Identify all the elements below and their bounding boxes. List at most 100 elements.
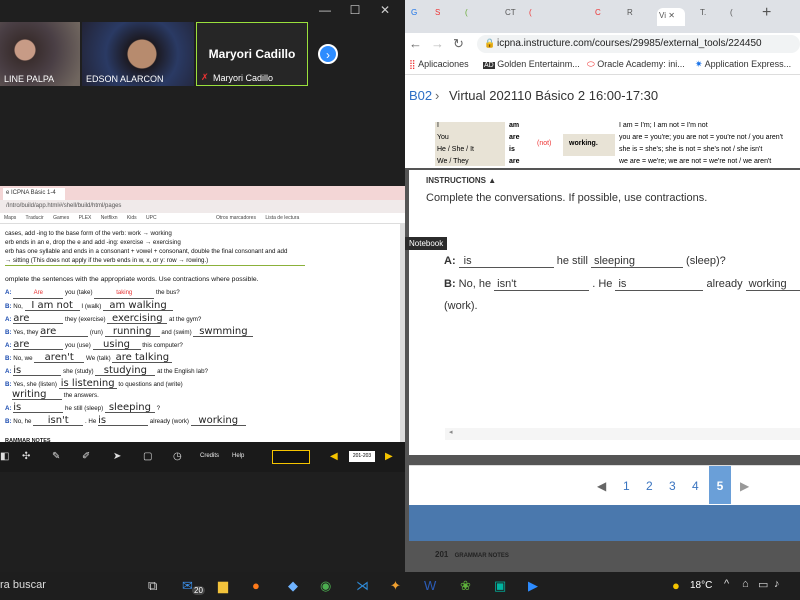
answer[interactable]: are	[40, 327, 89, 337]
word-icon[interactable]: W	[424, 578, 436, 593]
page-2-button[interactable]: 2	[646, 479, 653, 493]
app-icon[interactable]: ◆	[288, 578, 298, 594]
volume-icon[interactable]: ♪	[774, 578, 780, 590]
back-icon[interactable]: ←	[409, 36, 422, 51]
next-page-button[interactable]: ›	[318, 44, 338, 64]
app-icon[interactable]: ▣	[494, 578, 506, 594]
next-page-icon[interactable]: ▶	[740, 479, 749, 493]
table-cell: are	[509, 134, 520, 141]
exercise-text: Yes, she (listen)	[13, 381, 57, 388]
answer[interactable]: are talking	[112, 353, 173, 363]
network-icon[interactable]: ⌂	[742, 578, 749, 590]
answer[interactable]: working	[190, 416, 246, 426]
app-icon[interactable]: ✦	[390, 578, 401, 594]
answer[interactable]: taking	[94, 289, 155, 299]
answer[interactable]: writing	[12, 390, 62, 400]
maximize-icon[interactable]: ☐	[345, 3, 365, 17]
help-button[interactable]: Help	[232, 453, 244, 459]
minimize-icon[interactable]: —	[315, 3, 335, 17]
page-5-button[interactable]: 5	[709, 466, 731, 504]
task-view-icon[interactable]: ⧉	[148, 578, 157, 594]
reload-icon[interactable]: ↻	[453, 36, 464, 52]
prev-page-icon[interactable]: ◀	[330, 451, 338, 462]
horizontal-scrollbar[interactable]: ◂	[445, 428, 800, 440]
battery-icon[interactable]: ▭	[758, 578, 768, 591]
page-icon[interactable]: ▢	[143, 451, 152, 462]
answer-input[interactable]: sleeping	[590, 255, 683, 268]
answer-input[interactable]: working	[745, 278, 800, 291]
tab[interactable]: R	[627, 8, 644, 26]
chevron-up-icon[interactable]: ^	[724, 578, 729, 590]
close-icon[interactable]: ✕	[668, 11, 675, 20]
breadcrumb-course-link[interactable]: B02	[409, 88, 432, 103]
page-1-button[interactable]: 1	[623, 479, 630, 493]
answer[interactable]: is	[98, 416, 149, 426]
answer[interactable]: sleeping	[104, 403, 155, 413]
answer[interactable]: are	[13, 340, 64, 350]
answer[interactable]: are	[13, 314, 64, 324]
forward-icon[interactable]: →	[431, 36, 444, 51]
participant-tile-1[interactable]: LINE PALPA	[0, 22, 80, 86]
instructions-toggle[interactable]: INSTRUCTIONS ▲	[426, 176, 496, 185]
answer[interactable]: studying	[95, 366, 156, 376]
app-icon[interactable]: ❀	[460, 578, 471, 594]
tab[interactable]: CT	[505, 8, 522, 26]
tab-active[interactable]: Vi ✕	[657, 8, 685, 26]
answer[interactable]: is	[13, 366, 62, 376]
timer-icon[interactable]: ◷	[173, 451, 182, 462]
prev-page-icon[interactable]: ◀	[597, 479, 606, 493]
file-explorer-icon[interactable]: ▆	[218, 578, 228, 594]
tab[interactable]: (	[465, 8, 482, 26]
cursor-icon[interactable]: ➤	[113, 451, 121, 462]
answer[interactable]: am walking	[103, 301, 174, 311]
answer[interactable]: exercising	[107, 314, 168, 324]
exercise-text: you (take)	[65, 289, 93, 296]
answer-input[interactable]: is	[615, 278, 704, 291]
answer-input[interactable]: is	[458, 255, 554, 268]
zoom-icon[interactable]: ▶	[528, 578, 538, 594]
tab[interactable]: T.	[700, 8, 717, 26]
answer[interactable]: Are	[13, 289, 64, 299]
vscode-icon[interactable]: ⋊	[356, 578, 369, 594]
speaker-label: A:	[444, 255, 456, 267]
bookmark-apps[interactable]: ⣿ Aplicaciones	[409, 59, 469, 70]
tab[interactable]: G	[411, 8, 428, 26]
credits-button[interactable]: Credits	[200, 453, 219, 459]
page-4-button[interactable]: 4	[692, 479, 699, 493]
bookmark[interactable]: ⬭ Oracle Academy: ini...	[587, 59, 685, 70]
answer[interactable]: is	[13, 403, 64, 413]
answer[interactable]: I am not	[24, 301, 80, 311]
address-bar[interactable]: 🔒 icpna.instructure.com/courses/29985/ex…	[477, 35, 800, 53]
search-box[interactable]: ra buscar	[0, 579, 46, 591]
close-icon[interactable]: ✕	[375, 3, 395, 17]
answer[interactable]: is listening	[58, 379, 117, 389]
shared-bookmarks: Maps Traducir Games PLEX Netflixn Kids U…	[0, 213, 405, 224]
chrome-icon[interactable]: ◉	[320, 578, 331, 594]
conversation-text: (sleep)?	[686, 255, 726, 267]
tab[interactable]: C	[595, 8, 612, 26]
pen-icon[interactable]: ✎	[52, 451, 60, 462]
highlighter-icon[interactable]: ✐	[82, 451, 90, 462]
participant-tile-3[interactable]: Maryori Cadillo Maryori Cadillo ✗	[196, 22, 308, 86]
pointer-icon[interactable]: ✣	[22, 451, 30, 462]
apps-icon: ⣿	[409, 59, 416, 69]
meeting-window: — ☐ ✕ LINE PALPA EDSON ALARCON Maryori C…	[0, 0, 405, 572]
firefox-icon[interactable]: ●	[252, 578, 260, 593]
tool-icon[interactable]: ◧	[0, 451, 9, 462]
bookmark[interactable]: AD Golden Entertainm...	[483, 59, 580, 69]
participant-tile-2[interactable]: EDSON ALARCON	[82, 22, 194, 86]
answer[interactable]: swmming	[193, 327, 254, 337]
tab[interactable]: (	[529, 8, 546, 26]
new-tab-icon[interactable]: +	[762, 4, 779, 22]
bookmark[interactable]: ✷ Application Express...	[695, 59, 791, 70]
answer-input[interactable]: isn't	[494, 278, 590, 291]
answer[interactable]: isn't	[33, 416, 84, 426]
answer[interactable]: aren't	[34, 353, 85, 363]
next-page-icon[interactable]: ▶	[385, 451, 393, 462]
answer[interactable]: using	[92, 340, 141, 350]
page-number-field[interactable]: 201-203	[349, 451, 375, 462]
tab[interactable]: (	[730, 8, 747, 26]
answer[interactable]: running	[104, 327, 160, 337]
tab[interactable]: S	[435, 8, 452, 26]
page-3-button[interactable]: 3	[669, 479, 676, 493]
